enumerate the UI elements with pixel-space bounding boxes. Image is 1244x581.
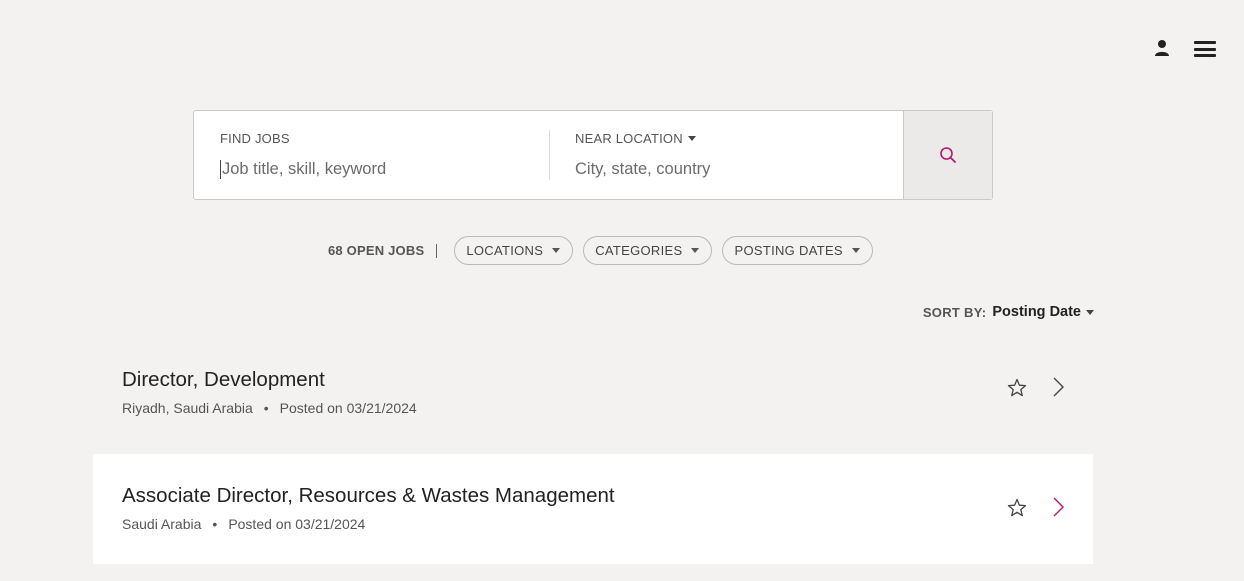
sort-value: Posting Date (992, 304, 1081, 320)
job-location: Riyadh, Saudi Arabia (122, 400, 253, 416)
locations-filter-label: LOCATIONS (466, 243, 544, 258)
job-posted-date: Posted on 03/21/2024 (228, 516, 366, 532)
open-jobs-count: 68 OPEN JOBS (328, 243, 425, 258)
posting-dates-filter-label: POSTING DATES (734, 243, 843, 258)
job-title[interactable]: Associate Director, Resources & Wastes M… (122, 484, 1093, 508)
locations-filter-button[interactable]: LOCATIONS (454, 236, 574, 265)
save-job-star-icon[interactable] (1007, 378, 1027, 398)
find-jobs-label: FIND JOBS (220, 131, 290, 146)
sort-control: SORT BY: Posting Date (923, 304, 1094, 320)
save-job-star-icon[interactable] (1007, 498, 1027, 518)
job-meta: Riyadh, Saudi Arabia • Posted on 03/21/2… (122, 400, 1093, 416)
user-account-icon[interactable] (1154, 39, 1170, 57)
posting-dates-filter-button[interactable]: POSTING DATES (722, 236, 873, 265)
job-location: Saudi Arabia (122, 516, 202, 532)
keyword-search-input[interactable] (220, 160, 520, 179)
caret-down-icon (691, 248, 700, 253)
hamburger-menu-icon[interactable] (1194, 41, 1216, 57)
job-title[interactable]: Director, Development (122, 368, 1093, 392)
meta-separator: • (212, 516, 218, 532)
find-jobs-field: FIND JOBS (194, 111, 549, 199)
filter-separator (436, 243, 438, 258)
sort-dropdown[interactable]: Posting Date (992, 304, 1094, 320)
job-list-item[interactable]: Associate Director, Resources & Wastes M… (93, 454, 1093, 564)
near-location-label: NEAR LOCATION (575, 131, 683, 146)
job-meta: Saudi Arabia • Posted on 03/21/2024 (122, 516, 1093, 532)
job-search-form: FIND JOBS NEAR LOCATION (193, 110, 993, 200)
search-button[interactable] (903, 111, 992, 199)
caret-down-icon (552, 248, 561, 253)
caret-down-icon (851, 248, 860, 253)
near-location-field: NEAR LOCATION (549, 111, 904, 199)
chevron-right-icon[interactable] (1051, 376, 1065, 398)
caret-down-icon (1086, 309, 1094, 315)
categories-filter-label: CATEGORIES (595, 243, 683, 258)
chevron-right-icon[interactable] (1051, 496, 1065, 518)
location-search-input[interactable] (575, 160, 875, 179)
job-posted-date: Posted on 03/21/2024 (279, 400, 417, 416)
sort-label: SORT BY: (922, 304, 987, 320)
filter-bar: 68 OPEN JOBS LOCATIONS CATEGORIES POSTIN… (328, 236, 883, 265)
job-list-item[interactable]: Director, Development Riyadh, Saudi Arab… (93, 343, 1093, 453)
caret-down-icon (687, 136, 696, 141)
job-search-page: FIND JOBS NEAR LOCATION 68 OPEN JOBS LOC… (0, 0, 1244, 581)
near-location-dropdown[interactable]: NEAR LOCATION (575, 131, 904, 146)
meta-separator: • (263, 400, 269, 416)
categories-filter-button[interactable]: CATEGORIES (583, 236, 713, 265)
search-icon (940, 147, 956, 163)
